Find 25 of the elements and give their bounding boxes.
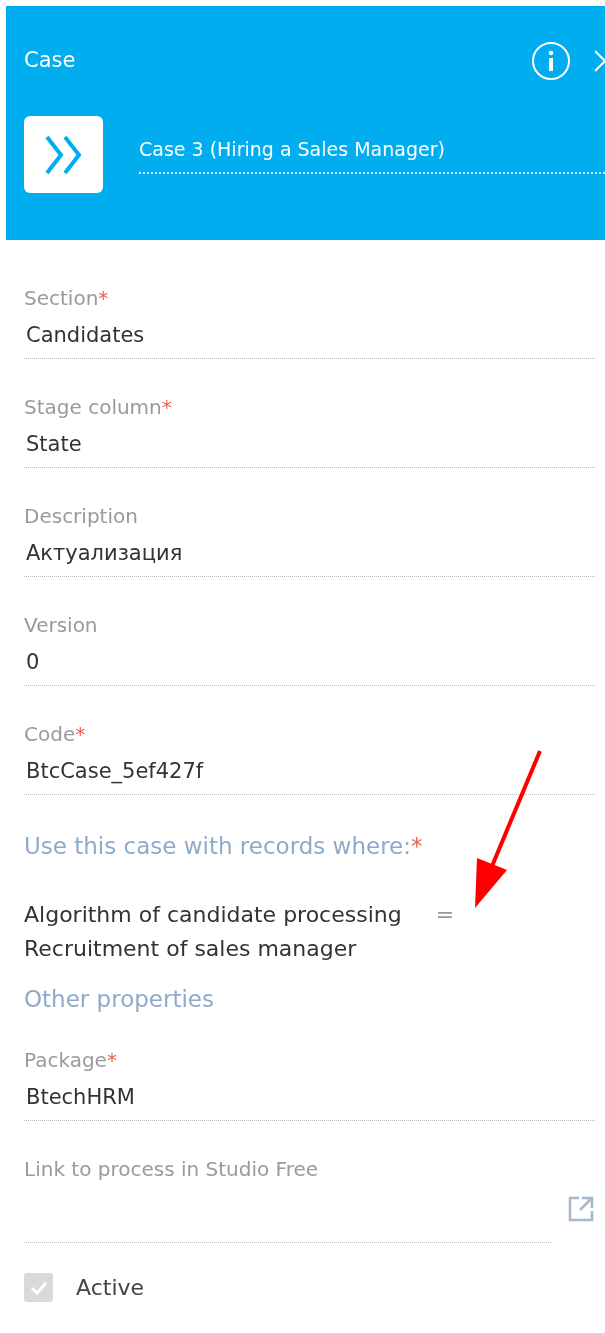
- header-title: Case: [24, 47, 76, 75]
- field-label: Stage column*: [24, 394, 173, 421]
- section-heading: Other properties: [24, 984, 215, 1014]
- field-value[interactable]: 0: [24, 639, 595, 686]
- field-label: Section*: [24, 285, 110, 312]
- field-value[interactable]: Актуализация: [24, 530, 595, 577]
- field-label: Code*: [24, 721, 87, 748]
- case-icon: [24, 116, 103, 193]
- field-label: Description: [24, 503, 139, 530]
- condition-value: Recruitment of sales manager: [24, 934, 358, 963]
- field-label: Link to process in Studio Free: [24, 1156, 320, 1183]
- checkmark-icon: [29, 1280, 48, 1295]
- field-label: Package*: [24, 1047, 118, 1074]
- section-heading: Use this case with records where:*: [24, 832, 424, 861]
- field-value[interactable]: BtcCase_5ef427f: [24, 748, 595, 795]
- info-icon[interactable]: [531, 41, 571, 81]
- condition-column: Algorithm of candidate processing: [24, 901, 402, 927]
- field-value[interactable]: Candidates: [24, 312, 595, 359]
- close-icon[interactable]: [595, 49, 605, 73]
- condition-operator: =: [435, 901, 455, 927]
- external-link-icon[interactable]: [567, 1195, 595, 1223]
- field-value[interactable]: State: [24, 421, 595, 468]
- field-value[interactable]: BtechHRM: [24, 1074, 595, 1121]
- checkbox-label: Active: [76, 1274, 145, 1302]
- field-label: Version: [24, 612, 99, 639]
